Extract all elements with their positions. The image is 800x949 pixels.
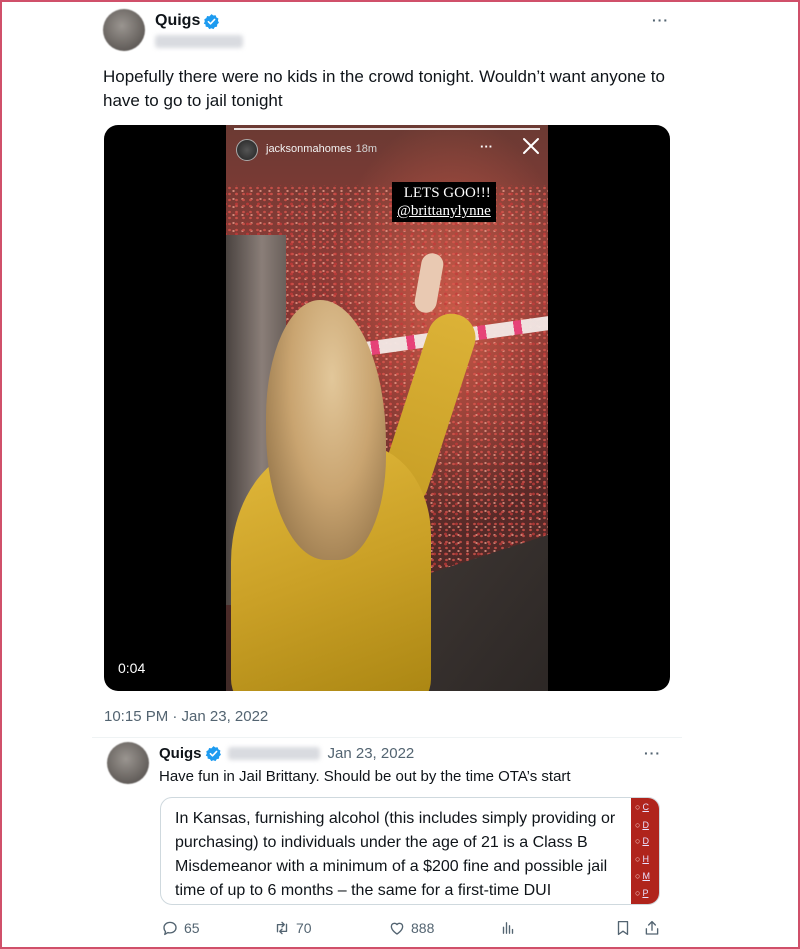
caption-line-1: LETS GOO!!! — [403, 185, 491, 201]
share-button[interactable] — [643, 919, 666, 937]
story-progress-bar — [234, 128, 540, 130]
views-button[interactable] — [499, 919, 522, 937]
reply-more-options-button[interactable]: ··· — [644, 745, 661, 761]
reply-avatar[interactable] — [107, 742, 149, 784]
story-age: 18m — [355, 143, 377, 155]
bookmark-icon — [617, 920, 629, 936]
retweet-icon — [276, 921, 288, 935]
quoted-image[interactable]: In Kansas, furnishing alcohol (this incl… — [160, 797, 660, 905]
like-button[interactable]: 888 — [388, 919, 434, 937]
sidebar-link: ○ D — [635, 820, 649, 830]
reply-date[interactable]: Jan 23, 2022 — [328, 745, 415, 762]
views-icon — [502, 922, 514, 934]
quote-text: In Kansas, furnishing alcohol (this incl… — [175, 810, 616, 899]
retweet-button[interactable]: 70 — [273, 919, 312, 937]
video-duration: 0:04 — [118, 660, 146, 676]
reply-author-name[interactable]: Quigs — [159, 745, 202, 762]
blurred-handle — [155, 35, 243, 48]
verified-badge-icon — [205, 746, 221, 762]
story-caption: LETS GOO!!! @brittanylynne — [392, 182, 496, 222]
caption-mention: @brittanylynne — [397, 203, 491, 219]
bookmark-button[interactable] — [614, 919, 637, 937]
heart-icon — [390, 922, 404, 935]
like-count: 888 — [411, 920, 435, 936]
tweet-screenshot-frame: Quigs ··· Hopefully there were no kids i… — [0, 0, 800, 949]
story-more-icon: ··· — [480, 139, 493, 154]
author-row: Quigs — [155, 12, 220, 30]
divider — [92, 737, 682, 738]
tweet-timestamp[interactable]: 10:15 PM · Jan 23, 2022 — [104, 708, 268, 725]
story-username-row: jacksonmahomes 18m — [266, 143, 377, 155]
close-icon — [523, 138, 539, 154]
share-icon — [645, 920, 659, 935]
reply-button[interactable]: 65 — [161, 919, 200, 937]
reply-count: 65 — [184, 920, 200, 936]
story-username: jacksonmahomes — [266, 143, 352, 155]
reply-text: Have fun in Jail Brittany. Should be out… — [159, 768, 571, 785]
sidebar-link: ○ M — [635, 871, 650, 881]
tweet-text: Hopefully there were no kids in the crow… — [103, 67, 665, 110]
retweet-count: 70 — [296, 920, 312, 936]
video-player[interactable]: jacksonmahomes 18m ··· LETS GOO!!! @britt… — [104, 125, 670, 691]
sidebar-link: ○ P — [635, 888, 649, 898]
verified-badge-icon — [204, 13, 220, 29]
video-frame: jacksonmahomes 18m ··· LETS GOO!!! @britt… — [226, 125, 548, 691]
sidebar-strip: ○ C ○ D ○ D ○ H ○ M ○ P — [631, 798, 659, 904]
author-name[interactable]: Quigs — [155, 12, 200, 30]
reply-icon — [163, 921, 177, 936]
story-avatar — [236, 139, 258, 161]
reply-author-row: Quigs Jan 23, 2022 — [159, 745, 414, 762]
avatar[interactable] — [103, 9, 145, 51]
more-options-button[interactable]: ··· — [652, 12, 669, 28]
blurred-handle — [227, 747, 320, 760]
sidebar-link: ○ D — [635, 836, 649, 846]
sidebar-link: ○ H — [635, 854, 649, 864]
sidebar-link: ○ C — [635, 802, 649, 812]
